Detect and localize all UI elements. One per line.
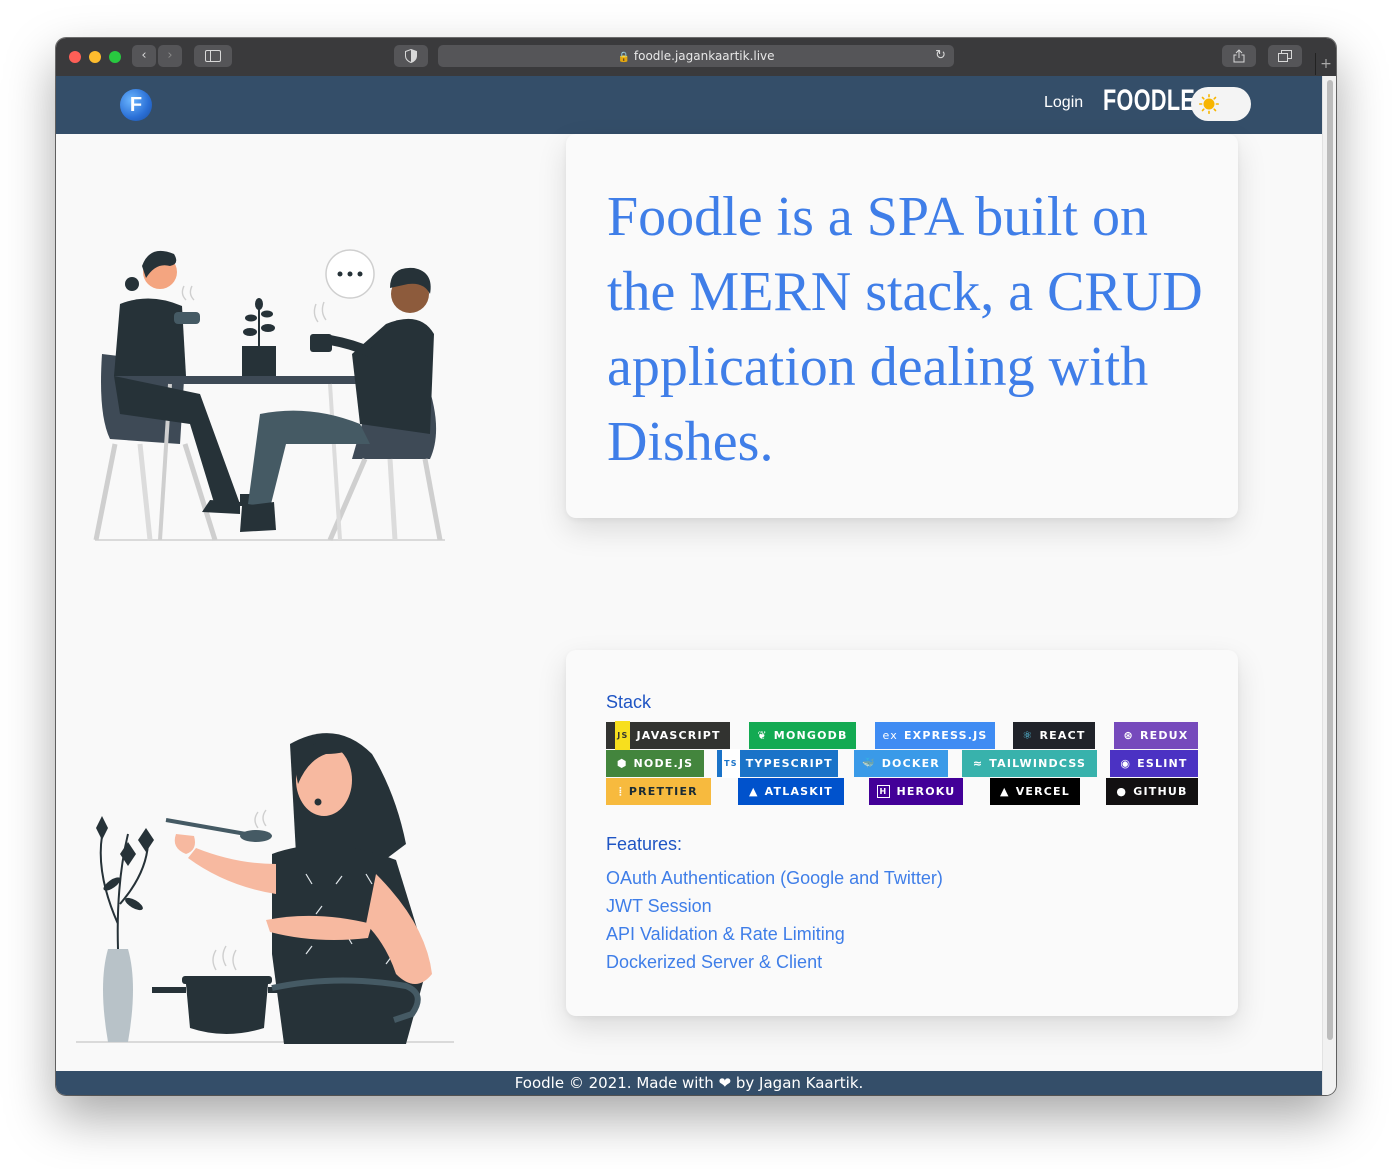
url-text: foodle.jagankaartik.live [633,49,775,63]
brand-name[interactable]: FOODLE [1103,84,1195,118]
badge-tailwindcss: ≈ TAILWINDCSS [962,750,1097,777]
intro-card: Foodle is a SPA built on the MERN stack,… [566,134,1238,518]
prettier-icon: ⦙ [619,785,623,798]
feature-item: OAuth Authentication (Google and Twitter… [606,868,943,888]
minimize-window-button[interactable] [89,51,101,63]
nodejs-icon: ⬢ [616,757,628,770]
shield-icon [405,48,417,64]
sun-icon [1199,94,1220,115]
badge-nodejs: ⬢ NODE.JS [606,750,704,777]
badge-javascript: JS JAVASCRIPT [606,721,730,750]
privacy-button[interactable] [394,45,428,67]
badge-atlaskit: ▲ ATLASKIT [738,778,844,805]
eslint-icon: ◉ [1120,757,1132,770]
badge-label: TAILWINDCSS [989,757,1087,770]
features-heading: Features: [606,834,683,854]
badge-label: PRETTIER [628,785,698,798]
feature-item: JWT Session [606,896,712,916]
login-link[interactable]: Login [1044,94,1083,112]
badge-prettier: ⦙ PRETTIER [606,778,711,805]
tabs-icon [1278,50,1292,62]
github-icon: ● [1116,785,1128,798]
badge-label: EXPRESS.JS [903,729,988,742]
react-icon: ⚛ [1022,729,1034,742]
sidebar-button[interactable] [194,45,232,67]
reload-icon[interactable]: ↻ [935,45,946,67]
badge-label: REDUX [1139,729,1189,742]
mongodb-icon: ❦ [757,729,768,742]
badge-label: NODE.JS [633,757,694,770]
site-logo[interactable]: F [120,89,152,121]
new-tab-button[interactable]: + [1315,53,1336,75]
badge-react: ⚛ REACT [1013,722,1095,749]
stack-features-card: Stack JS JAVASCRIPT ❦ MONGODB ex EXPRESS.JS… [566,650,1238,1016]
badge-label: GITHUB [1133,785,1188,798]
coffee-table-illustration [93,249,445,541]
chevron-left-icon: ‹ [141,48,147,63]
badge-github: ● GITHUB [1106,778,1198,805]
badge-label: REACT [1039,729,1086,742]
feature-item: API Validation & Rate Limiting [606,924,845,944]
javascript-icon: JS [615,721,631,750]
cooking-illustration [76,733,454,1044]
badge-label: VERCEL [1015,785,1070,798]
back-button[interactable]: ‹ [132,45,156,67]
page-content: Foodle is a SPA built on the MERN stack,… [56,134,1322,1071]
badge-redux: ⊛ REDUX [1114,722,1198,749]
site-footer: Foodle © 2021. Made with ❤ by Jagan Kaar… [56,1071,1322,1095]
badge-label: MONGODB [773,729,848,742]
badge-label: ATLASKIT [764,785,833,798]
docker-icon: 🐳 [862,758,876,769]
heroku-icon: H [876,785,891,798]
badge-label: DOCKER [881,757,940,770]
badge-eslint: ◉ ESLINT [1110,750,1198,777]
scrollbar-thumb[interactable] [1327,80,1333,1040]
chevron-right-icon: › [167,48,173,63]
badge-expressjs: ex EXPRESS.JS [875,722,995,749]
feature-item: Dockerized Server & Client [606,952,823,972]
vercel-icon: ▲ [1000,785,1010,798]
site-navbar: F Login FOODLE [56,76,1322,134]
share-button[interactable] [1222,45,1256,67]
badge-label: ESLINT [1137,757,1188,770]
badge-typescript: TS TYPESCRIPT [717,749,838,778]
badge-vercel: ▲ VERCEL [990,778,1080,805]
badge-label: HEROKU [896,785,956,798]
maximize-window-button[interactable] [109,51,121,63]
address-bar[interactable]: 🔒 foodle.jagankaartik.live ↻ [438,45,954,67]
badge-heroku: H HEROKU [869,778,963,805]
stack-heading: Stack [606,692,652,712]
forward-button[interactable]: › [158,45,182,67]
atlaskit-icon: ▲ [749,785,759,798]
tabs-button[interactable] [1268,45,1302,67]
lock-icon: 🔒 [617,52,630,63]
browser-window: ‹ › 🔒 foodle.jagankaartik.live ↻ + F Logi… [56,38,1336,1095]
browser-titlebar: ‹ › 🔒 foodle.jagankaartik.live ↻ + [56,38,1336,77]
badge-mongodb: ❦ MONGODB [749,722,856,749]
theme-toggle[interactable] [1191,87,1251,121]
badge-label: TYPESCRIPT [745,757,833,770]
redux-icon: ⊛ [1123,729,1134,742]
express-icon: ex [882,729,898,742]
tailwind-icon: ≈ [972,757,984,770]
typescript-icon: TS [722,749,740,778]
sidebar-icon [205,50,221,62]
share-icon [1233,49,1245,63]
page-scrollbar[interactable] [1322,76,1336,1095]
close-window-button[interactable] [69,51,81,63]
badge-label: JAVASCRIPT [636,729,721,742]
badge-docker: 🐳 DOCKER [854,750,948,777]
intro-text: Foodle is a SPA built on the MERN stack,… [607,186,1203,473]
